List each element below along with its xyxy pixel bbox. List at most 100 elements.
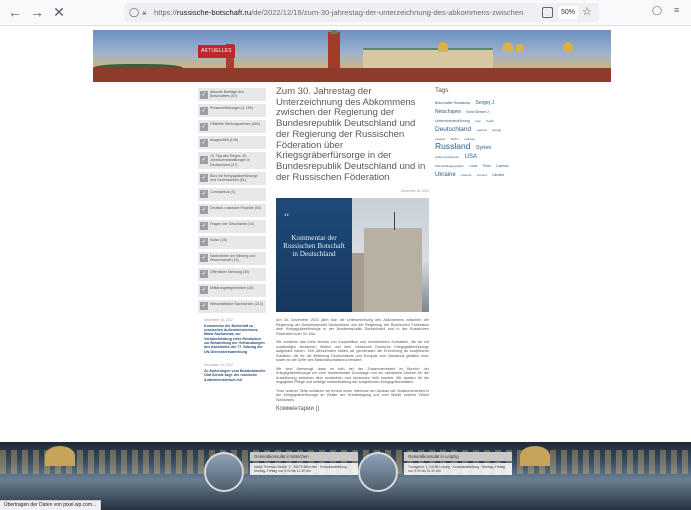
news-date: Dezember 16, 2022 — [204, 317, 233, 322]
news-item[interactable]: Dezember 14, 2022 Zu Äußerungen vom Bunde… — [198, 363, 266, 382]
lock-icon[interactable]: ⚹ — [142, 3, 147, 22]
slider-dots — [342, 502, 357, 507]
sidebar-category-label[interactable]: Deutsch-russische Projekte (50) — [210, 206, 264, 210]
sidebar-category-item[interactable]: ✓ Nachrichten der Bildung und Wissenschaf… — [198, 251, 266, 265]
article-paragraph: Trotz unserer Seite schätzen wir erneut … — [276, 388, 429, 402]
zoom-level[interactable]: 50% — [558, 6, 579, 19]
checkmark-icon: ✓ — [200, 156, 208, 165]
browser-toolbar: ← → ✕ ◯ ⚹ https://russische-botschaft.ru… — [0, 0, 691, 26]
bookmark-star-icon[interactable]: ☆ — [582, 3, 592, 22]
consulate-card[interactable]: Generalkonsulat in Leipzig Turmgutstr. 1… — [358, 452, 512, 492]
tag-link[interactable]: Lawrow — [496, 164, 508, 168]
checkmark-icon: ✓ — [200, 286, 208, 295]
sidebar-category-item[interactable]: ✓ Pressemitteilungen (1 159) — [198, 104, 266, 117]
tag-link[interactable]: Lawrow — [477, 128, 487, 132]
tag-link[interactable]: Ukraine — [435, 172, 456, 178]
checkmark-icon: ✓ — [200, 90, 208, 99]
sidebar-category-label[interactable]: Coronavirus (3) — [210, 190, 264, 194]
sidebar-category-item[interactable]: ✓ Aktuelle Beiträge des Botschafters (57) — [198, 88, 266, 101]
sidebar-category-label[interactable]: Militärangelegenheiten (18) — [210, 286, 264, 290]
checkmark-icon: ✓ — [200, 270, 208, 279]
consulate-photo — [204, 452, 244, 492]
sidebar-category-label[interactable]: Nachrichten der Bildung und Wissenschaft… — [210, 254, 264, 263]
checkmark-icon: ✓ — [200, 138, 208, 147]
tag-link[interactable]: Nord Stream 2 — [466, 110, 489, 114]
sidebar-category-item[interactable]: ✓ Coronavirus (3) — [198, 187, 266, 201]
tag-link[interactable]: Gaz — [475, 119, 481, 123]
tag-link[interactable]: OSZE — [469, 164, 477, 168]
consulates-footer: Generalkonsulat in München Maria-Theresi… — [0, 442, 691, 510]
sidebar-category-label[interactable]: Aktuelle Beiträge des Botschafters (57) — [210, 90, 264, 99]
url-text[interactable]: https://russische-botschaft.ru/de/2022/1… — [154, 3, 524, 22]
consulate-card[interactable]: Generalkonsulat in München Maria-Theresi… — [204, 452, 358, 492]
checkmark-icon: ✓ — [200, 122, 208, 131]
checkmark-icon: ✓ — [200, 106, 208, 115]
sidebar-category-item[interactable]: ✓ Fragen der Geschichte (34) — [198, 219, 266, 233]
kremlin-wall — [93, 68, 611, 82]
sidebar-category-item[interactable]: ✓ Büro für Kriegsgräberfürsorge und Geden… — [198, 171, 266, 185]
status-bar: Übertragen der Daten von pixel.wp.com... — [0, 500, 102, 510]
tag-link[interactable]: Kultur — [486, 119, 494, 123]
address-bar[interactable]: ◯ ⚹ https://russische-botschaft.ru/de/20… — [124, 3, 599, 22]
embassy-building — [364, 228, 422, 313]
sidebar-category-label[interactable]: Büro für Kriegsgräberfürsorge und Gedenk… — [210, 174, 264, 183]
sidebar-category-label[interactable]: Offizielle Stellungnahmen (650) — [210, 122, 264, 126]
tag-link[interactable]: Außenministerium — [435, 155, 459, 159]
article-paragraph: Wir sind überzeugt, dass es sich bei der… — [276, 366, 429, 385]
aktuelles-badge[interactable]: AKTUELLES — [198, 45, 235, 58]
consulate-title[interactable]: Generalkonsulat in Leipzig — [404, 452, 512, 461]
tag-link[interactable]: Corona — [477, 173, 487, 177]
news-title-link[interactable]: Zu Äußerungen vom Bundeskanzler Olaf Sch… — [204, 369, 266, 382]
pocket-icon[interactable]: ◯ — [652, 5, 662, 16]
sidebar-category-item[interactable]: ✓ Offizielle Stellungnahmen (650) — [198, 120, 266, 133]
checkmark-icon: ✓ — [200, 254, 208, 263]
sidebar-category-label[interactable]: Wirtschaftliche Nachrichten (210) — [210, 302, 264, 306]
article-date: Dezember 16, 2022 — [401, 189, 429, 194]
sidebar-category-label[interactable]: Pressemitteilungen (1 159) — [210, 106, 264, 110]
shield-icon[interactable]: ◯ — [129, 3, 139, 22]
checkmark-icon: ✓ — [200, 190, 208, 199]
close-icon[interactable]: ✕ — [50, 3, 68, 21]
sidebar-category-item[interactable]: ✓ Wirtschaftliche Nachrichten (210) — [198, 299, 266, 313]
sidebar-category-item[interactable]: ✓ Öffentliche Meinung (30) — [198, 267, 266, 281]
sidebar-category-item[interactable]: ✓ Militärangelegenheiten (18) — [198, 283, 266, 297]
news-item[interactable]: Dezember 16, 2022 Kommentar der Botschaft… — [198, 318, 266, 354]
sidebar-category-label[interactable]: Fragen der Geschichte (34) — [210, 222, 264, 226]
article-body: Am 16. Dezember 2022 jährt sich die Unte… — [276, 318, 429, 402]
arrow-right-icon[interactable]: → — [28, 3, 46, 21]
tag-link[interactable]: Unternehmensführung — [435, 119, 470, 123]
comment-panel: “ Kommentar der Russischen Botschaft in … — [276, 198, 352, 313]
tag-link[interactable]: Russland — [435, 141, 470, 151]
reader-view-icon[interactable] — [542, 7, 553, 18]
tag-link[interactable]: Ukraine — [492, 173, 504, 177]
kremlin-spasskaya-tower — [328, 32, 340, 72]
news-title-link[interactable]: Kommentar der Botschaft zu russischen Au… — [204, 324, 266, 354]
comments-link[interactable]: Комментарии () — [276, 406, 429, 412]
web-page: AKTUELLES ✓ Aktuelle Beiträge des Botscha… — [0, 26, 691, 510]
tag-cloud: Tags Botschafter Russlands Sergej J. Net… — [435, 87, 511, 178]
tag-link[interactable]: Wirtschaftsgespräche — [435, 164, 464, 168]
arrow-left-icon[interactable]: ← — [6, 3, 24, 21]
tag-link[interactable]: Lawrow — [461, 173, 471, 177]
tag-link[interactable]: Deutschland — [435, 126, 471, 133]
consulate-address: Turmgutstr. 1, 04155 Leipzig · Konsulara… — [404, 463, 512, 476]
checkmark-icon: ✓ — [200, 222, 208, 231]
tag-link[interactable]: USA — [465, 154, 477, 160]
tag-link[interactable]: Putin — [483, 164, 491, 168]
sidebar-category-label[interactable]: Öffentliche Meinung (30) — [210, 270, 264, 274]
sidebar-category-item[interactable]: ✓ Deutsch-russische Projekte (50) — [198, 203, 266, 217]
sidebar-category-item[interactable]: ✓ 75. Tag des Sieges: 80 Jahresveranstalt… — [198, 152, 266, 169]
checkmark-icon: ✓ — [200, 174, 208, 183]
article-image: “ Kommentar der Russischen Botschaft in … — [276, 198, 429, 313]
sidebar-category-item[interactable]: ✓ Kultur (28) — [198, 235, 266, 249]
tag-link[interactable]: Syrien — [476, 145, 492, 151]
sidebar-category-label[interactable]: Ausgewählt (149) — [210, 138, 264, 142]
sidebar-category-label[interactable]: 75. Tag des Sieges: 80 Jahresveranstaltu… — [210, 154, 264, 167]
article-paragraph: Wir schätzen das hohe Niveau von Koopera… — [276, 340, 429, 363]
sidebar-category-label[interactable]: Kultur (28) — [210, 238, 264, 242]
tag-link[interactable]: Botschafter Russlands — [435, 101, 470, 105]
consulate-photo — [358, 452, 398, 492]
menu-icon[interactable]: ≡ — [674, 5, 679, 15]
consulate-title[interactable]: Generalkonsulat in München — [250, 452, 358, 461]
sidebar-category-item[interactable]: ✓ Ausgewählt (149) — [198, 136, 266, 149]
